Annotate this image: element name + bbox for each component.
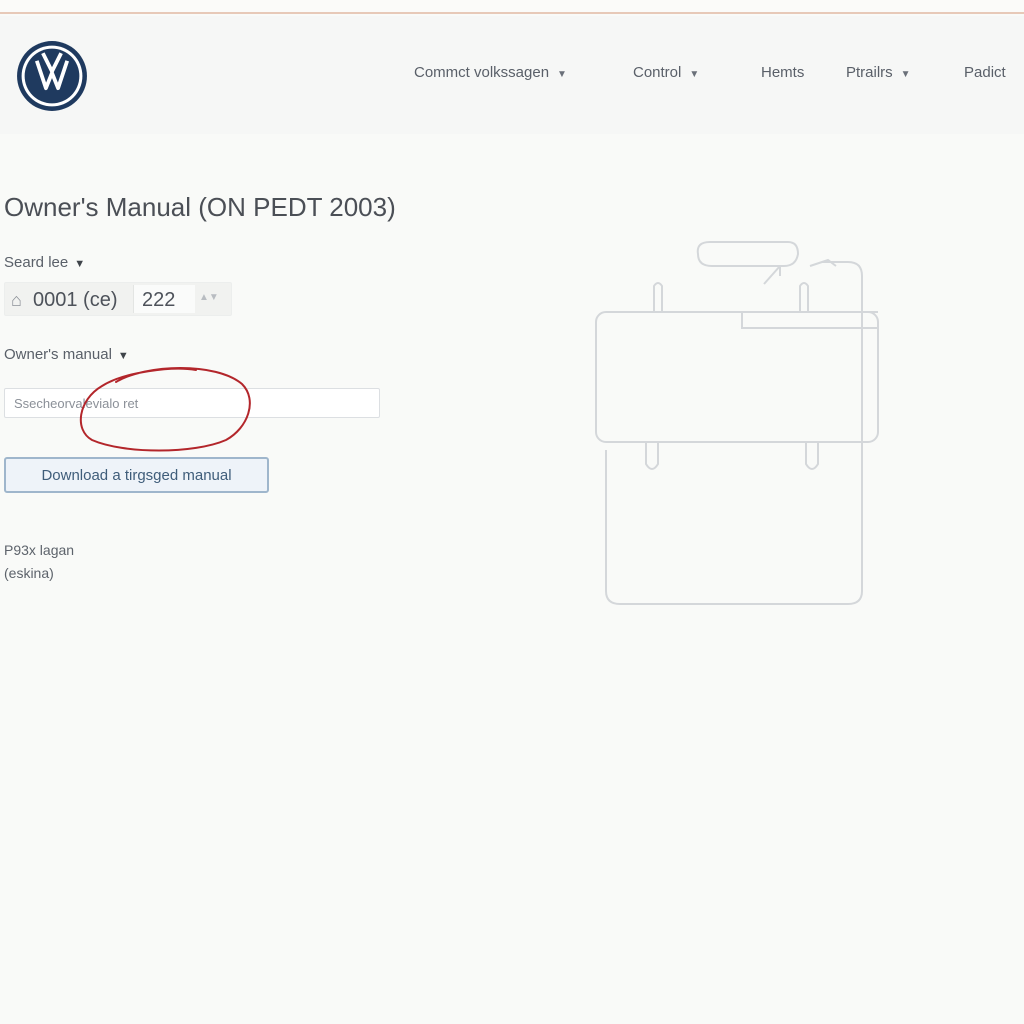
nav-item-label: Control	[633, 64, 682, 81]
nav-item-hemts[interactable]: Hemts	[761, 64, 804, 81]
main-nav: Commct volkssagen ▼ Control ▼ Hemts Ptrail…	[0, 64, 1024, 88]
manual-booklet-illustration	[595, 241, 879, 605]
nav-item-commct-volkssagen[interactable]: Commct volkssagen ▼	[414, 64, 567, 81]
footer-text-2: (eskina)	[4, 565, 54, 581]
nav-item-label: Hemts	[761, 64, 805, 81]
manual-label-text: Owner's manual	[4, 346, 112, 363]
footer-text-1: P93x lagan	[4, 542, 75, 558]
top-strip	[0, 0, 1024, 14]
chevron-down-icon: ▼	[117, 350, 129, 362]
year-code: 0001 (ce)	[33, 289, 118, 311]
nav-item-label: Padict	[964, 64, 1006, 81]
page-title: Owner's Manual (ON PEDT 2003)	[4, 192, 396, 222]
chevron-down-icon: ▼	[900, 69, 911, 80]
stepper-icon[interactable]: ▲▼	[199, 292, 219, 303]
site-header: Commct volkssagen ▼ Control ▼ Hemts Ptrail…	[0, 16, 1024, 134]
year-value: 222	[142, 289, 176, 311]
home-icon: ⌂	[11, 290, 22, 310]
nav-item-label: Commct volkssagen	[414, 64, 550, 81]
manual-select-label[interactable]: Owner's manual ▼	[4, 346, 129, 363]
year-label-text: Seard lee	[4, 254, 69, 271]
year-select-label[interactable]: Seard lee ▼	[4, 254, 85, 271]
nav-item-control[interactable]: Control ▼	[633, 64, 699, 81]
search-input[interactable]	[4, 388, 380, 418]
nav-item-padict[interactable]: Padict	[964, 64, 1006, 81]
year-value-field[interactable]: 222	[133, 285, 195, 313]
nav-item-ptrailrs[interactable]: Ptrailrs ▼	[846, 64, 911, 81]
chevron-down-icon: ▼	[74, 258, 86, 270]
nav-item-label: Ptrailrs	[846, 64, 893, 81]
year-select[interactable]: ⌂ 0001 (ce) 222 ▲▼	[4, 282, 232, 316]
chevron-down-icon: ▼	[557, 69, 567, 80]
download-manual-button[interactable]: Download a tirgsged manual	[4, 457, 269, 493]
chevron-down-icon: ▼	[689, 69, 700, 80]
